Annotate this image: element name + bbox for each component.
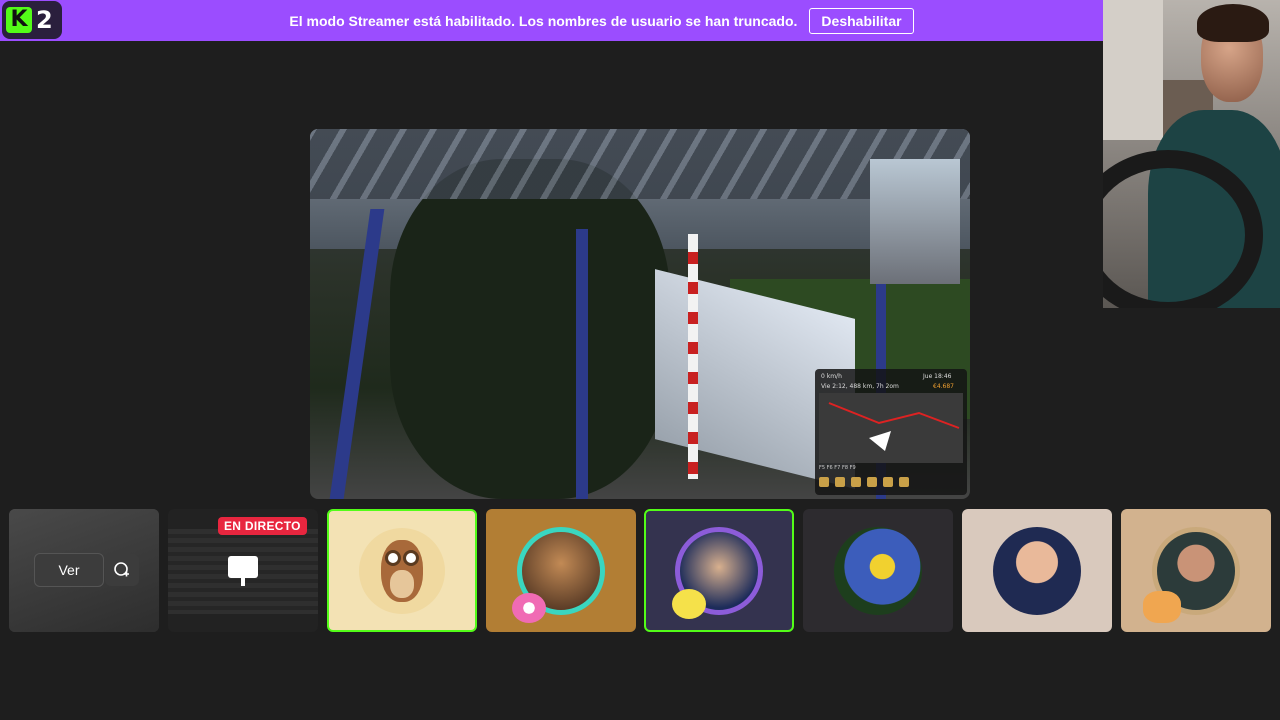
thumbnail-view[interactable]: Ver	[9, 509, 159, 632]
hud-tool-icon	[835, 477, 845, 487]
game-pole	[576, 229, 588, 499]
main-stream-video[interactable]: 0 km/h Jue 18:46 Vie 2:12, 488 km, 7h 2o…	[310, 129, 970, 499]
thumbnail-cat[interactable]	[1121, 509, 1271, 632]
game-hud-panel: 0 km/h Jue 18:46 Vie 2:12, 488 km, 7h 2o…	[815, 369, 967, 495]
webcam-person-hair	[1197, 4, 1269, 42]
hud-tool-icon	[867, 477, 877, 487]
logo-number: 2	[36, 6, 53, 34]
game-side-mirror	[870, 159, 960, 284]
app-logo[interactable]: K 2	[2, 1, 62, 39]
thumbnail-bart[interactable]	[803, 509, 953, 632]
thumbnail-driver[interactable]	[644, 509, 794, 632]
thumbnail-owl[interactable]	[327, 509, 477, 632]
hud-function-keys: F5 F6 F7 F8 F9	[819, 465, 856, 471]
cat-sticker-icon	[1143, 591, 1181, 623]
game-tree	[390, 159, 670, 499]
thumbnail-racer[interactable]	[962, 509, 1112, 632]
hud-minimap	[819, 393, 963, 463]
hud-tool-icon	[819, 477, 829, 487]
owl-avatar-icon	[359, 527, 445, 614]
disable-streamer-mode-button[interactable]: Deshabilitar	[809, 7, 914, 34]
live-badge: EN DIRECTO	[218, 517, 307, 535]
donut-sticker-icon	[512, 593, 546, 623]
game-pole	[329, 209, 385, 499]
hud-speed: 0 km/h	[821, 373, 842, 380]
racer-avatar-icon	[993, 526, 1081, 615]
hud-toolbar	[819, 477, 909, 487]
view-button[interactable]: Ver	[34, 553, 104, 587]
hud-time: Jue 18:46	[923, 373, 952, 380]
picture-in-picture-icon	[114, 562, 129, 577]
hud-distance: Vie 2:12, 488 km, 7h 2om	[821, 383, 899, 390]
glasses-sticker-icon	[672, 589, 706, 619]
hud-tool-icon	[899, 477, 909, 487]
logo-k-icon: K	[6, 7, 32, 33]
minimap-route-icon	[828, 402, 960, 451]
monitor-icon	[228, 556, 258, 586]
hud-tool-icon	[851, 477, 861, 487]
webcam-wall	[1103, 0, 1163, 140]
thumbnail-warrior[interactable]	[486, 509, 636, 632]
pip-button[interactable]	[105, 554, 139, 586]
game-barrier	[688, 234, 698, 479]
streamer-mode-banner: K 2 El modo Streamer está habilitado. Lo…	[0, 0, 1103, 41]
cartoon-avatar-icon	[834, 526, 922, 615]
webcam-feed	[1103, 0, 1280, 308]
hud-money: €4.687	[933, 383, 954, 390]
streamer-mode-message: El modo Streamer está habilitado. Los no…	[289, 12, 798, 29]
hud-tool-icon	[883, 477, 893, 487]
